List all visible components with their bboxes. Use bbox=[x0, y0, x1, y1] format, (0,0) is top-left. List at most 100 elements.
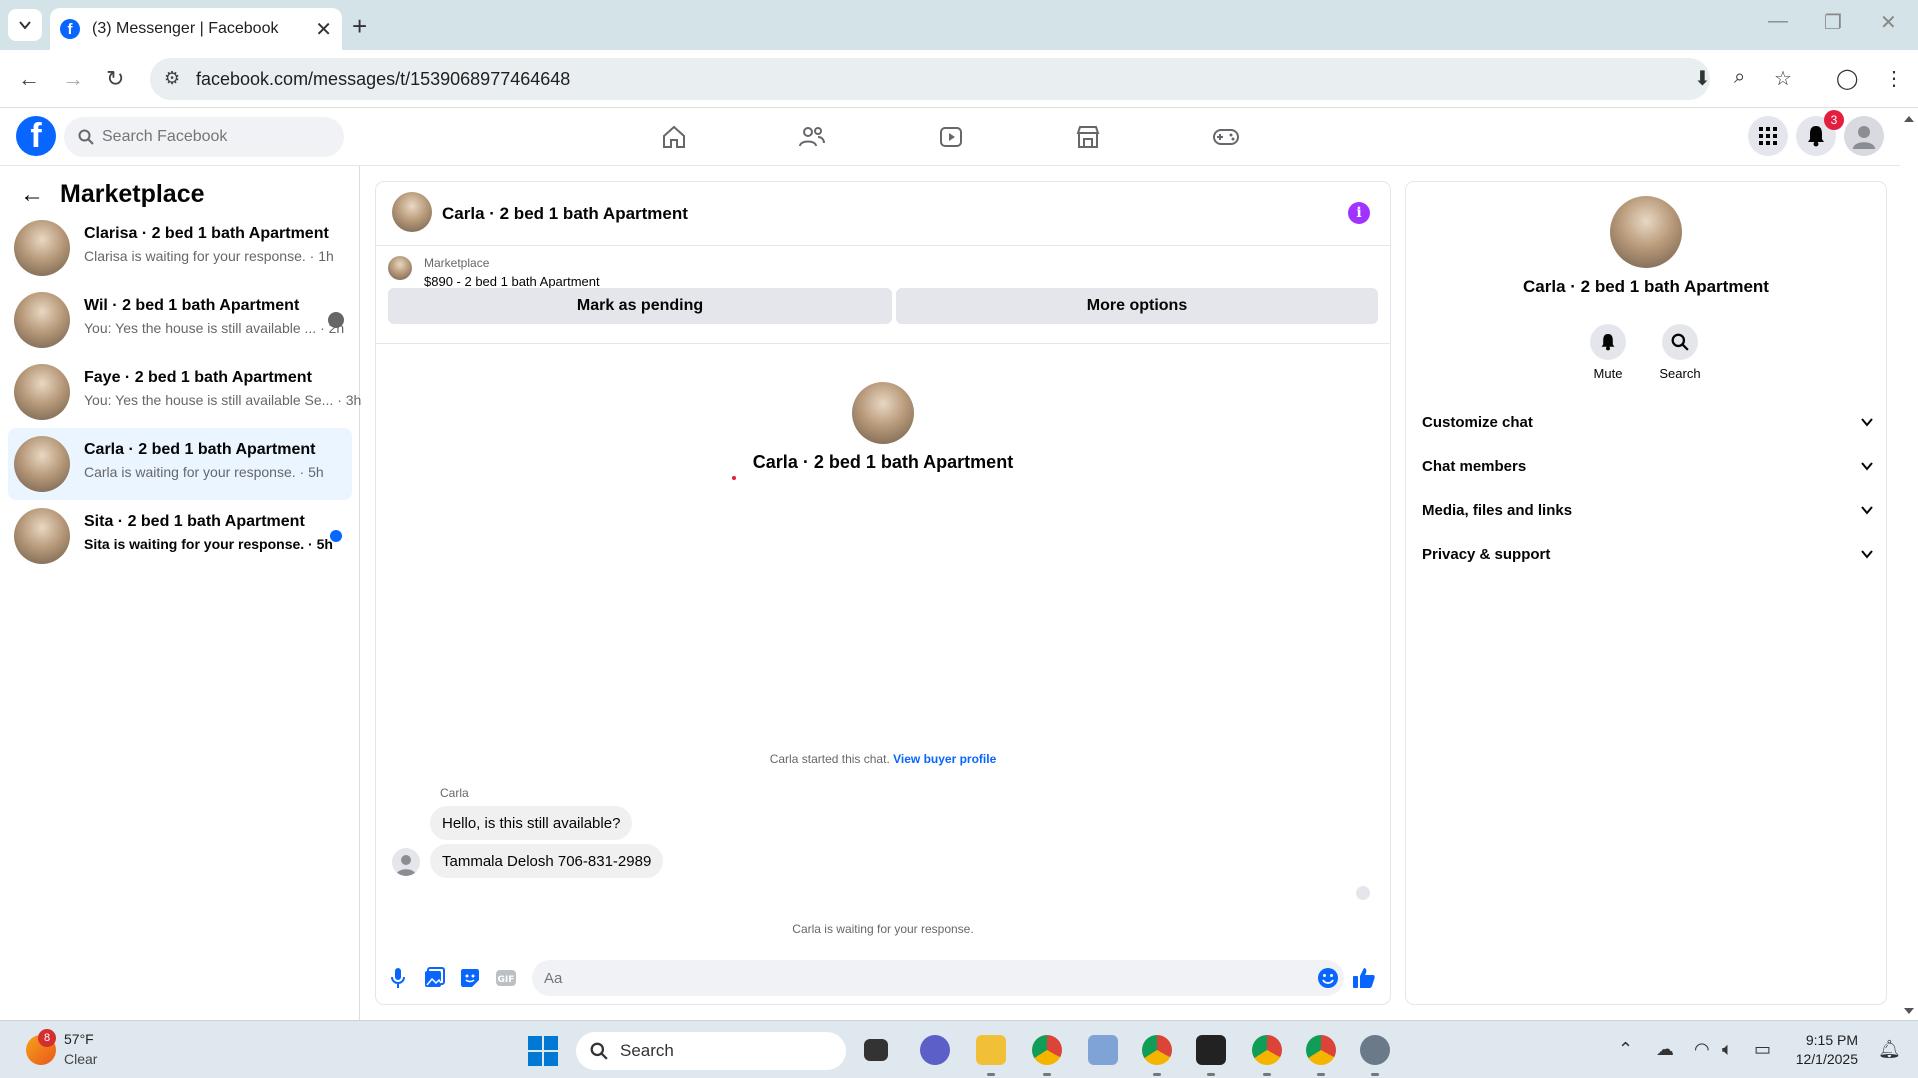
wifi-icon[interactable]: ◠ bbox=[1694, 1039, 1710, 1060]
conversation-item[interactable]: Faye · 2 bed 1 bath Apartment You: Yes t… bbox=[8, 356, 361, 428]
nav-home[interactable] bbox=[654, 122, 694, 152]
back-arrow-icon[interactable]: ← bbox=[20, 181, 44, 209]
svg-text:GIF: GIF bbox=[498, 975, 515, 985]
nav-video[interactable] bbox=[931, 122, 971, 152]
account-avatar[interactable] bbox=[1844, 116, 1884, 156]
conversation-item-active[interactable]: Carla · 2 bed 1 bath Apartment Carla is … bbox=[8, 428, 352, 500]
emoji-button[interactable] bbox=[1316, 966, 1340, 990]
search-action[interactable]: Search bbox=[1650, 324, 1710, 381]
thumbs-up-icon bbox=[1353, 968, 1375, 988]
weather-condition[interactable]: Clear bbox=[64, 1051, 97, 1067]
chat-title[interactable]: Carla · 2 bed 1 bath Apartment bbox=[442, 204, 688, 224]
task-view-icon[interactable] bbox=[864, 1039, 888, 1061]
snipping-tool-icon[interactable] bbox=[1088, 1035, 1118, 1065]
mute-action[interactable]: Mute bbox=[1578, 324, 1638, 381]
new-tab-button[interactable]: + bbox=[352, 11, 367, 42]
capcut-icon[interactable] bbox=[1196, 1035, 1226, 1065]
chrome-icon[interactable] bbox=[1306, 1035, 1336, 1065]
back-icon[interactable]: ← bbox=[18, 66, 40, 92]
message-bubble[interactable]: Hello, is this still available? bbox=[430, 806, 633, 840]
nav-gaming[interactable] bbox=[1206, 122, 1246, 152]
view-buyer-profile-link[interactable]: View buyer profile bbox=[893, 752, 996, 766]
taskbar-search[interactable]: Search bbox=[576, 1032, 846, 1070]
microphone-icon bbox=[391, 968, 405, 988]
more-options-button[interactable]: More options bbox=[896, 288, 1378, 324]
chrome-icon[interactable] bbox=[1032, 1035, 1062, 1065]
file-explorer-icon[interactable] bbox=[976, 1035, 1006, 1065]
bookmark-star-icon[interactable]: ☆ bbox=[1774, 66, 1792, 91]
conversation-preview: You: Yes the house is still available Se… bbox=[84, 392, 362, 408]
scroll-down-icon[interactable] bbox=[1900, 1004, 1918, 1018]
like-button[interactable] bbox=[1352, 966, 1376, 990]
close-tab-icon[interactable]: ✕ bbox=[315, 17, 332, 42]
chat-info-panel: Carla · 2 bed 1 bath Apartment Mute Sear… bbox=[1406, 182, 1886, 1004]
sender-name: Carla bbox=[440, 786, 469, 800]
conversation-avatar bbox=[14, 220, 70, 276]
conversation-name: Wil · 2 bed 1 bath Apartment bbox=[84, 297, 300, 314]
message-bubble[interactable]: Tammala Delosh 706-831-2989 bbox=[430, 844, 664, 878]
site-settings-icon[interactable]: ⚙ bbox=[164, 68, 180, 89]
notification-center-icon[interactable]: 🔔︎ bbox=[1878, 1039, 1901, 1060]
conversation-avatar bbox=[14, 364, 70, 420]
browser-tab-active[interactable]: f (3) Messenger | Facebook ✕ bbox=[50, 8, 342, 50]
info-icon[interactable]: i bbox=[1348, 202, 1370, 224]
media-files-links-row[interactable]: Media, files and links bbox=[1422, 492, 1874, 528]
facebook-logo-icon[interactable]: f bbox=[16, 116, 56, 156]
browser-tab-bar: f (3) Messenger | Facebook ✕ + — ❐ ✕ bbox=[0, 0, 1918, 50]
conversation-item[interactable]: Clarisa · 2 bed 1 bath Apartment Clarisa… bbox=[8, 212, 352, 284]
weather-temperature[interactable]: 57°F bbox=[64, 1031, 94, 1047]
customize-chat-row[interactable]: Customize chat bbox=[1422, 404, 1874, 440]
conversation-item[interactable]: Wil · 2 bed 1 bath Apartment You: Yes th… bbox=[8, 284, 352, 356]
chrome-icon[interactable] bbox=[1142, 1035, 1172, 1065]
mute-button[interactable] bbox=[1590, 324, 1626, 360]
windows-start-icon[interactable] bbox=[528, 1036, 558, 1066]
menu-button[interactable] bbox=[1748, 116, 1788, 156]
message-composer: GIF bbox=[376, 954, 1390, 1002]
facebook-search-input[interactable] bbox=[102, 128, 302, 146]
zoom-icon[interactable]: ⌕ bbox=[1734, 66, 1745, 89]
photo-icon bbox=[425, 967, 445, 987]
teams-icon[interactable] bbox=[920, 1035, 950, 1065]
facebook-search[interactable] bbox=[64, 117, 344, 157]
chat-header-avatar[interactable] bbox=[392, 192, 432, 232]
close-window-icon[interactable]: ✕ bbox=[1880, 10, 1897, 35]
nav-friends[interactable] bbox=[792, 122, 832, 152]
system-clock[interactable]: 9:15 PM 12/1/2025 bbox=[1796, 1031, 1858, 1069]
chat-members-row[interactable]: Chat members bbox=[1422, 448, 1874, 484]
profile-icon[interactable]: ◯ bbox=[1836, 66, 1858, 91]
sticker-button[interactable] bbox=[458, 966, 482, 990]
chevron-down-icon bbox=[1861, 418, 1873, 427]
scroll-up-icon[interactable] bbox=[1900, 112, 1918, 126]
gif-button[interactable]: GIF bbox=[494, 966, 518, 990]
attach-photo-button[interactable] bbox=[422, 966, 446, 990]
minimize-window-icon[interactable]: — bbox=[1768, 10, 1788, 33]
address-bar[interactable]: ⚙ facebook.com/messages/t/15390689774646… bbox=[150, 58, 1710, 100]
mute-label: Mute bbox=[1593, 366, 1623, 381]
search-in-chat-button[interactable] bbox=[1662, 324, 1698, 360]
nav-marketplace[interactable] bbox=[1068, 122, 1108, 152]
show-hidden-icons-icon[interactable]: ⌃ bbox=[1618, 1039, 1633, 1060]
volume-icon[interactable]: 🔈︎ bbox=[1722, 1039, 1733, 1060]
install-app-icon[interactable]: ⬇ bbox=[1694, 66, 1711, 91]
restore-window-icon[interactable]: ❐ bbox=[1824, 10, 1842, 35]
forward-icon[interactable]: → bbox=[62, 66, 84, 92]
mark-pending-button[interactable]: Mark as pending bbox=[388, 288, 892, 324]
browser-menu-icon[interactable]: ⋮ bbox=[1884, 66, 1904, 91]
seen-avatar bbox=[328, 312, 344, 328]
listing-thumbnail[interactable] bbox=[388, 256, 412, 280]
taskbar-search-label: Search bbox=[620, 1041, 674, 1060]
message-input[interactable] bbox=[532, 960, 1344, 996]
voice-clip-button[interactable] bbox=[386, 966, 410, 990]
app-running-indicator bbox=[1043, 1073, 1051, 1076]
reload-icon[interactable]: ↻ bbox=[106, 66, 124, 92]
battery-icon[interactable]: ▭ bbox=[1754, 1039, 1771, 1060]
privacy-support-row[interactable]: Privacy & support bbox=[1422, 536, 1874, 572]
listing-price[interactable]: $890 - 2 bed 1 bath Apartment bbox=[424, 274, 600, 289]
settings-gear-icon[interactable] bbox=[1360, 1035, 1390, 1065]
chrome-icon[interactable] bbox=[1252, 1035, 1282, 1065]
conversation-item[interactable]: Sita · 2 bed 1 bath Apartment Sita is wa… bbox=[8, 500, 352, 572]
tab-search-button[interactable] bbox=[8, 9, 42, 41]
onedrive-icon[interactable]: ☁ bbox=[1656, 1039, 1674, 1060]
info-panel-avatar[interactable] bbox=[1610, 196, 1682, 268]
page-scrollbar[interactable] bbox=[1900, 108, 1918, 1020]
